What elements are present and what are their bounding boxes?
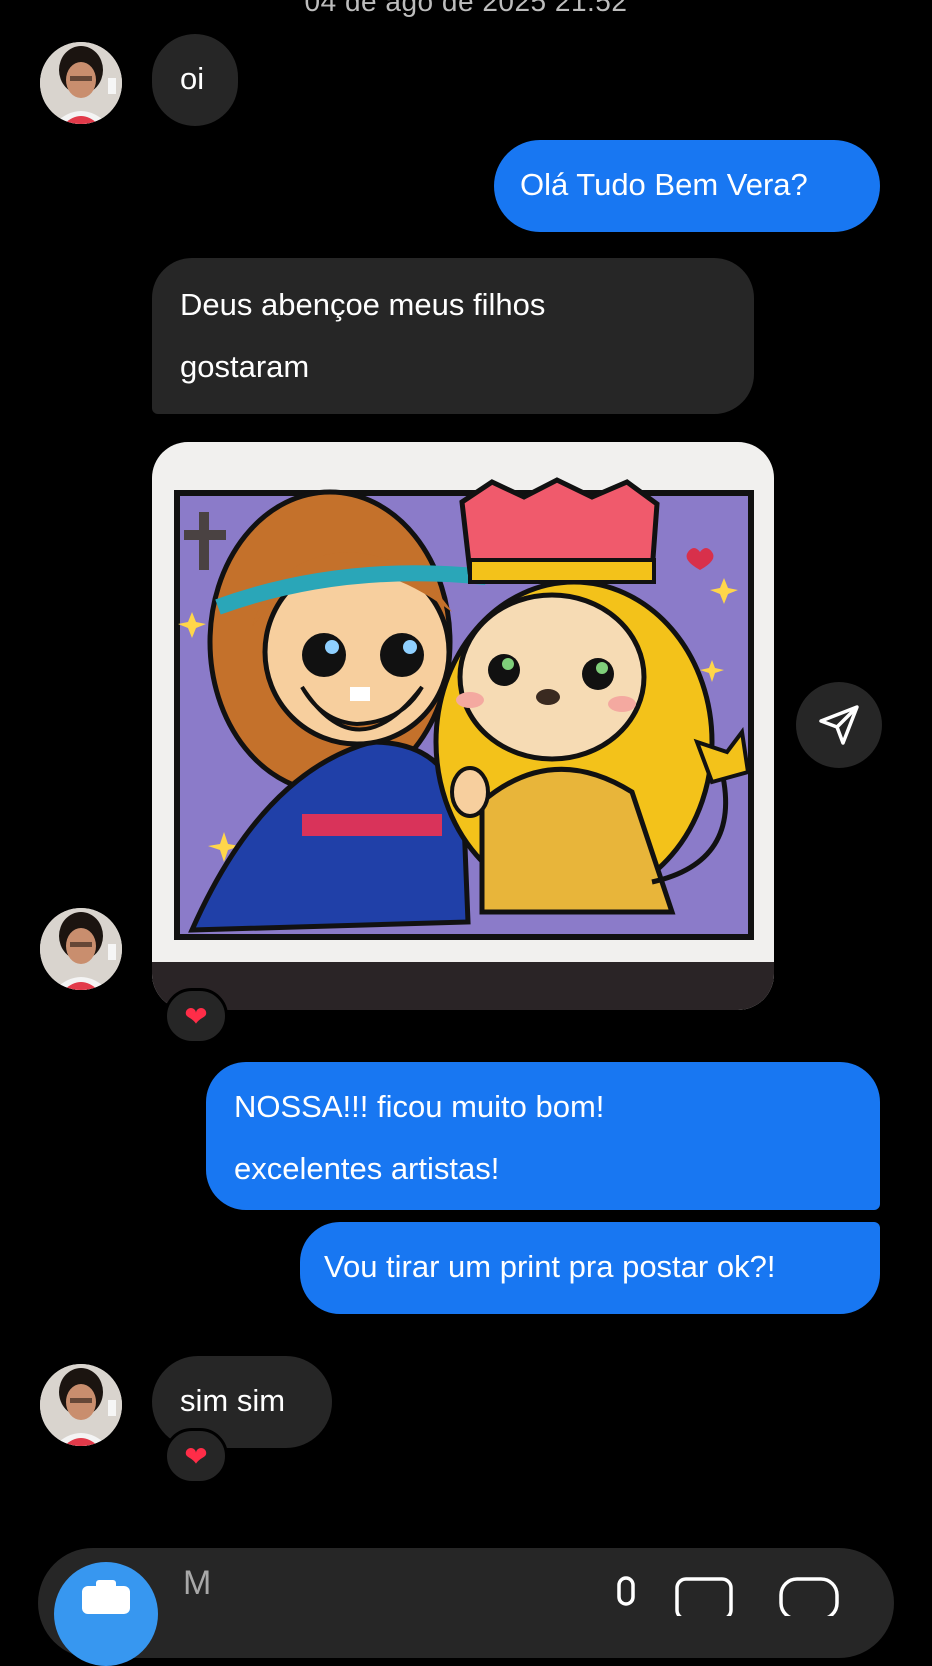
message-composer[interactable]: M (38, 1548, 894, 1666)
message-bubble-outgoing[interactable]: Vou tirar um print pra postar ok?! (300, 1222, 880, 1314)
contact-avatar[interactable] (40, 908, 122, 990)
message-text-line: excelentes artistas! (234, 1151, 500, 1186)
message-bubble-incoming[interactable]: Deus abençoe meus filhos gostaram (152, 258, 754, 414)
coloring-page-photo (152, 442, 774, 1010)
message-text-line: gostaram (180, 349, 310, 384)
message-bubble-outgoing[interactable]: NOSSA!!! ficou muito bom! excelentes art… (206, 1062, 880, 1210)
camera-icon (82, 1580, 130, 1614)
sticker-icon[interactable] (778, 1576, 840, 1616)
image-icon[interactable] (674, 1576, 734, 1616)
heart-reaction[interactable]: ❤ (164, 988, 228, 1044)
contact-avatar[interactable] (40, 42, 122, 124)
message-text: oi (180, 61, 205, 96)
send-icon (819, 705, 859, 745)
heart-icon: ❤ (184, 1440, 208, 1472)
message-text-line: Deus abençoe meus filhos (180, 287, 546, 322)
message-text: sim sim (180, 1383, 286, 1418)
message-input[interactable]: M (183, 1564, 211, 1603)
avatar-photo (40, 42, 122, 124)
avatar-photo (40, 908, 122, 990)
avatar-photo (40, 1364, 122, 1446)
camera-button[interactable] (54, 1562, 158, 1666)
heart-icon: ❤ (184, 1000, 208, 1032)
share-photo-button[interactable] (796, 682, 882, 768)
chat-timestamp: 04 de ago de 2025 21:52 (304, 0, 628, 17)
message-bubble-outgoing[interactable]: Olá Tudo Bem Vera? (494, 140, 880, 232)
message-text: Vou tirar um print pra postar ok?! (324, 1249, 776, 1284)
photo-message[interactable] (152, 442, 774, 1010)
message-text: Olá Tudo Bem Vera? (520, 167, 808, 202)
message-bubble-incoming[interactable]: oi (152, 34, 238, 126)
mic-icon[interactable] (608, 1576, 644, 1616)
message-text-line: NOSSA!!! ficou muito bom! (234, 1089, 605, 1124)
heart-reaction[interactable]: ❤ (164, 1428, 228, 1484)
contact-avatar[interactable] (40, 1364, 122, 1446)
